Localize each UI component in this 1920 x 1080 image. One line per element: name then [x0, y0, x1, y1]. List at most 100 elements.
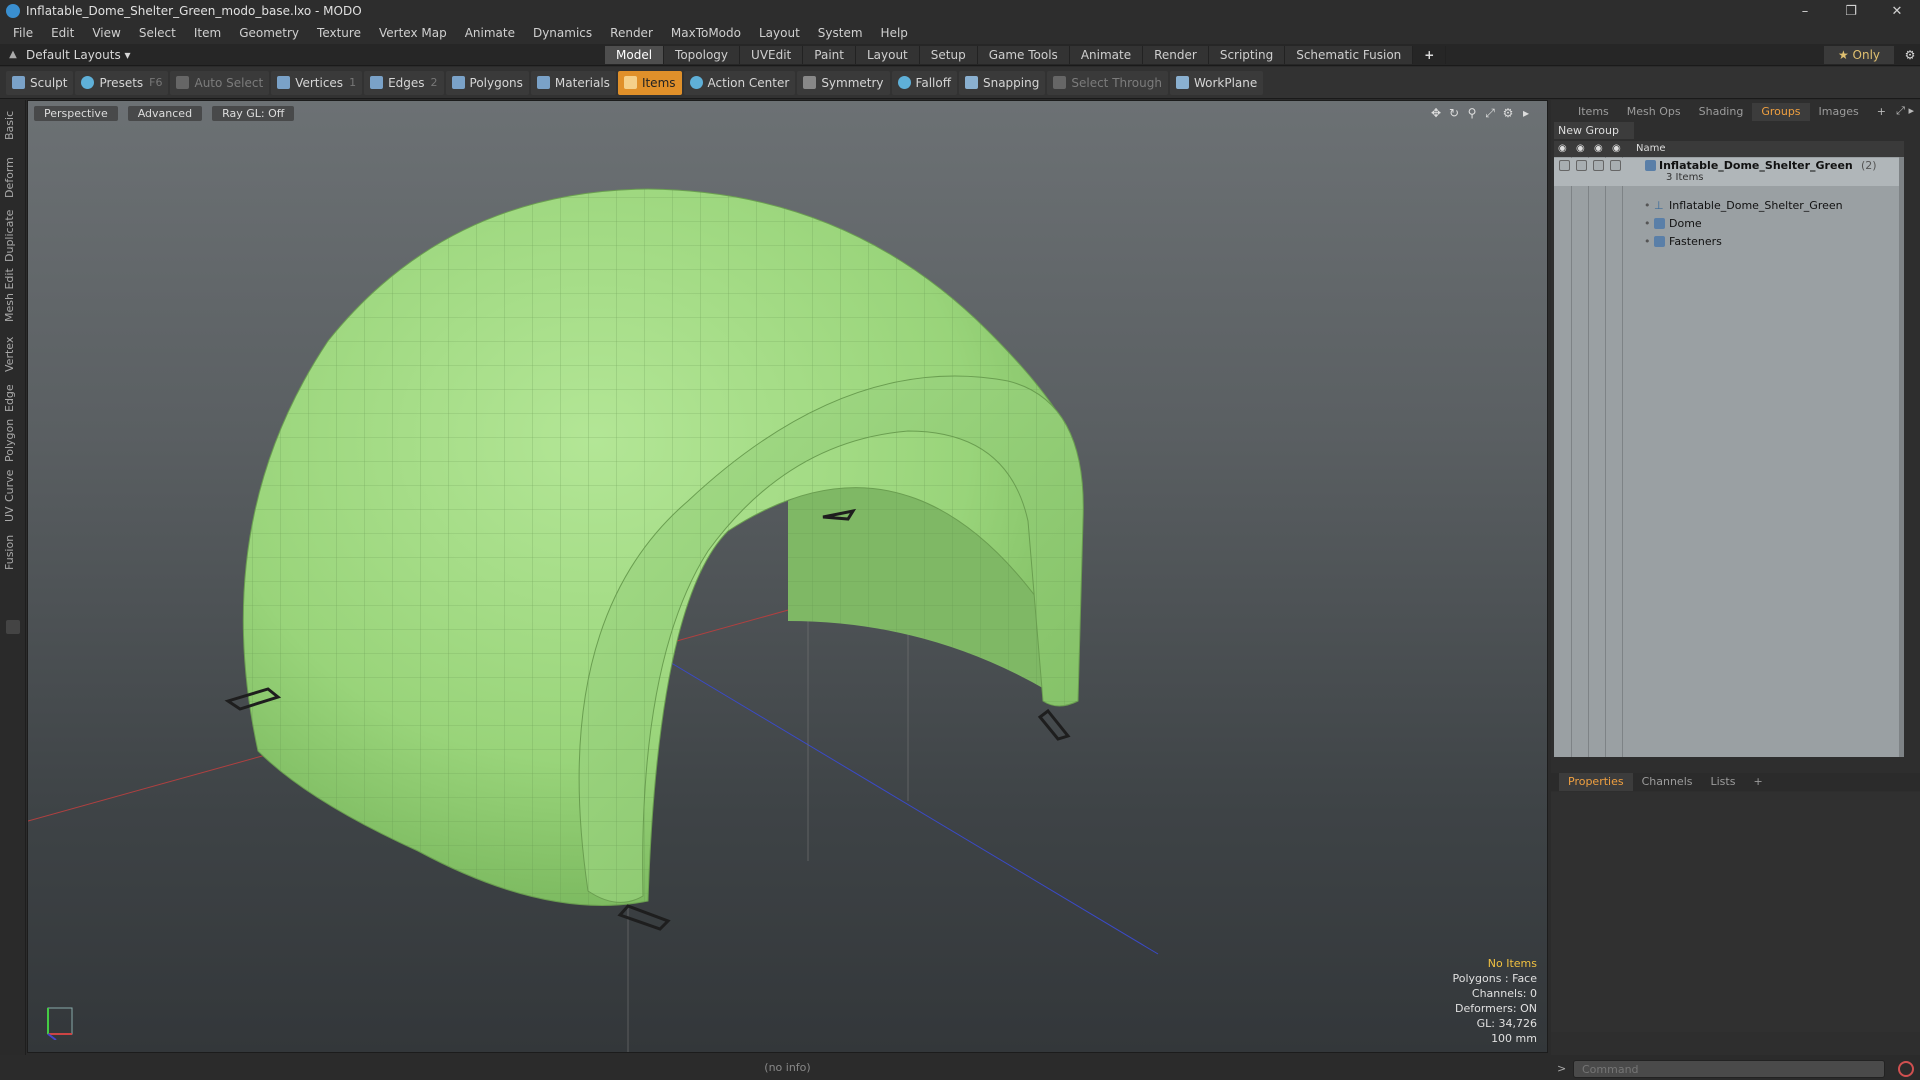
polygons-button[interactable]: Polygons — [445, 70, 529, 95]
tab-layout[interactable]: Layout — [855, 46, 920, 64]
list-item[interactable]: • ⊥ Inflatable_Dome_Shelter_Green — [1554, 198, 1904, 213]
strip-tab-polygon[interactable]: Polygon — [3, 419, 16, 462]
menu-texture[interactable]: Texture — [308, 26, 370, 40]
record-icon[interactable] — [1898, 1061, 1914, 1077]
strip-tab-curve[interactable]: Curve — [3, 470, 16, 502]
strip-toggle-button[interactable] — [6, 620, 20, 634]
command-input[interactable] — [1573, 1060, 1885, 1078]
close-button[interactable]: ✕ — [1874, 0, 1920, 22]
add-tab-button[interactable]: + — [1413, 46, 1447, 64]
tab-animate[interactable]: Animate — [1069, 46, 1144, 64]
menu-geometry[interactable]: Geometry — [230, 26, 308, 40]
menu-file[interactable]: File — [4, 26, 42, 40]
list-scrollbar[interactable] — [1899, 157, 1904, 757]
rotate-view-icon[interactable]: ↻ — [1445, 105, 1463, 121]
panel-expand-icon[interactable]: ⤢ ▸ — [1896, 104, 1914, 118]
vertices-icon — [277, 76, 291, 89]
list-item[interactable]: • Dome — [1554, 216, 1904, 231]
tab-paint[interactable]: Paint — [803, 46, 856, 64]
lock-column-icon[interactable]: ◉ — [1594, 143, 1603, 154]
tab-game-tools[interactable]: Game Tools — [977, 46, 1070, 64]
group-visibility-toggle[interactable] — [1559, 160, 1570, 171]
menu-layout[interactable]: Layout — [750, 26, 809, 40]
snapping-button[interactable]: Snapping — [958, 70, 1046, 95]
tab-groups[interactable]: Groups — [1752, 103, 1810, 121]
workplane-button[interactable]: WorkPlane — [1169, 70, 1264, 95]
tab-scripting[interactable]: Scripting — [1208, 46, 1286, 64]
vertices-label: Vertices — [295, 75, 344, 90]
group-lock-toggle[interactable] — [1593, 160, 1604, 171]
only-button[interactable]: ★ Only — [1824, 46, 1894, 64]
strip-tab-vertex[interactable]: Vertex — [3, 337, 16, 372]
expand-arrow-icon[interactable]: ▸ — [1517, 105, 1535, 121]
menu-item[interactable]: Item — [185, 26, 230, 40]
sculpt-button[interactable]: Sculpt — [6, 70, 74, 95]
render-column-icon[interactable]: ◉ — [1576, 143, 1585, 154]
view-mode-dropdown[interactable]: Perspective — [34, 106, 118, 121]
presets-button[interactable]: Presets F6 — [75, 70, 169, 95]
strip-tab-mesh-edit[interactable]: Mesh Edit — [3, 268, 16, 322]
gear-icon[interactable]: ⚙ — [1900, 46, 1920, 64]
menu-animate[interactable]: Animate — [456, 26, 524, 40]
view-settings-icon[interactable]: ⚙ — [1499, 105, 1517, 121]
shading-dropdown[interactable]: Advanced — [127, 106, 203, 121]
tab-model[interactable]: Model — [605, 46, 665, 64]
menu-maxtomodo[interactable]: MaxToModo — [662, 26, 750, 40]
visibility-column-icon[interactable]: ◉ — [1558, 143, 1567, 154]
strip-tab-basic[interactable]: Basic — [3, 111, 16, 140]
restore-button[interactable]: ❐ — [1828, 0, 1874, 22]
menu-view[interactable]: View — [83, 26, 129, 40]
strip-tab-uv[interactable]: UV — [3, 506, 16, 522]
tab-items[interactable]: Items — [1569, 103, 1618, 121]
move-view-icon[interactable]: ✥ — [1427, 105, 1445, 121]
action-center-button[interactable]: Action Center — [683, 70, 796, 95]
tab-shading[interactable]: Shading — [1690, 103, 1753, 121]
strip-tab-deform[interactable]: Deform — [3, 157, 16, 198]
strip-tab-duplicate[interactable]: Duplicate — [3, 210, 16, 262]
zoom-view-icon[interactable]: ⚲ — [1463, 105, 1481, 121]
minimize-button[interactable]: – — [1782, 0, 1828, 22]
add-props-tab-button[interactable]: + — [1744, 773, 1771, 791]
name-column-header[interactable]: Name — [1636, 143, 1666, 154]
collapse-arrow-icon[interactable]: ▲ — [0, 49, 26, 60]
select-through-button[interactable]: Select Through — [1047, 70, 1168, 95]
edges-button[interactable]: Edges 2 — [364, 70, 444, 95]
list-item[interactable]: • Fasteners — [1554, 234, 1904, 249]
menu-select[interactable]: Select — [130, 26, 185, 40]
menu-edit[interactable]: Edit — [42, 26, 83, 40]
strip-tab-fusion[interactable]: Fusion — [3, 535, 16, 570]
tab-uvedit[interactable]: UVEdit — [740, 46, 804, 64]
symmetry-button[interactable]: Symmetry — [797, 70, 890, 95]
maximize-view-icon[interactable]: ⤢ — [1481, 105, 1499, 121]
menu-dynamics[interactable]: Dynamics — [524, 26, 601, 40]
materials-button[interactable]: Materials — [530, 70, 616, 95]
tab-images[interactable]: Images — [1810, 103, 1868, 121]
tab-setup[interactable]: Setup — [919, 46, 978, 64]
tab-schematic-fusion[interactable]: Schematic Fusion — [1285, 46, 1414, 64]
new-group-button[interactable]: New Group — [1554, 122, 1634, 139]
group-row[interactable]: Inflatable_Dome_Shelter_Green (2) 3 Item… — [1554, 158, 1904, 186]
raygl-toggle[interactable]: Ray GL: Off — [212, 106, 295, 121]
menu-vertex-map[interactable]: Vertex Map — [370, 26, 456, 40]
add-panel-tab-button[interactable]: + — [1868, 103, 1895, 121]
tab-lists[interactable]: Lists — [1702, 773, 1745, 791]
3d-viewport[interactable]: Perspective Advanced Ray GL: Off ✥ ↻ ⚲ ⤢… — [27, 100, 1548, 1053]
menu-help[interactable]: Help — [872, 26, 917, 40]
tab-mesh-ops[interactable]: Mesh Ops — [1618, 103, 1690, 121]
menu-system[interactable]: System — [809, 26, 872, 40]
items-button[interactable]: Items — [617, 70, 682, 95]
tab-channels[interactable]: Channels — [1633, 773, 1702, 791]
group-render-toggle[interactable] — [1576, 160, 1587, 171]
group-select-toggle[interactable] — [1610, 160, 1621, 171]
menu-render[interactable]: Render — [601, 26, 662, 40]
menu-bar: File Edit View Select Item Geometry Text… — [0, 22, 1920, 44]
tab-topology[interactable]: Topology — [664, 46, 741, 64]
default-layouts-dropdown[interactable]: Default Layouts ▾ — [26, 48, 131, 62]
select-column-icon[interactable]: ◉ — [1612, 143, 1621, 154]
auto-select-button[interactable]: Auto Select — [170, 70, 270, 95]
strip-tab-edge[interactable]: Edge — [3, 384, 16, 412]
falloff-button[interactable]: Falloff — [891, 70, 957, 95]
tab-render[interactable]: Render — [1143, 46, 1209, 64]
tab-properties[interactable]: Properties — [1559, 773, 1633, 791]
vertices-button[interactable]: Vertices 1 — [271, 70, 363, 95]
